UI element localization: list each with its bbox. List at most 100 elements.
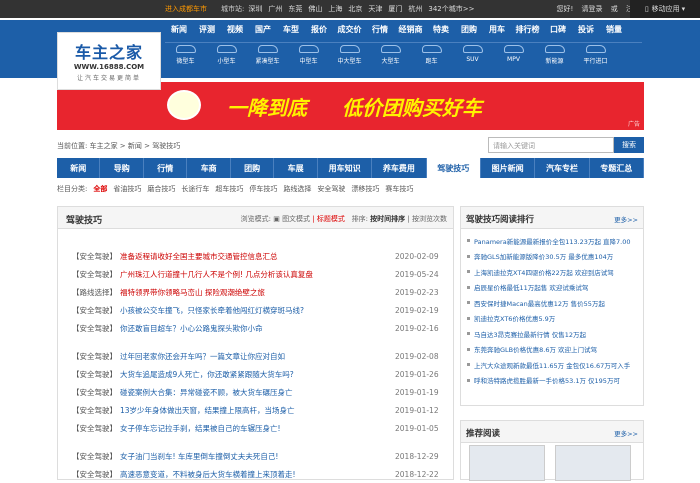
article-category[interactable]: 【安全驾驶】 [72,269,120,280]
ranking-item[interactable]: 奔驰GLS加新能源版降价30.5万 最多优惠104万 [467,249,637,265]
article-title[interactable]: 过年回老家你还会开车吗？一篇文章让你应对自如 [120,351,395,362]
title-mode-toggle[interactable]: | 标题模式 [312,215,345,223]
car-type-item[interactable]: 新能源 [534,45,575,65]
article-title[interactable]: 广州珠江人行道撞十几行人不是个例! 几点分析该认真复盘 [120,269,395,280]
ranking-more-link[interactable]: 更多>> [614,214,638,224]
ranking-item[interactable]: 马自达3昂克赛拉最新行情 仅售12万起 [467,326,637,342]
mobile-app-link[interactable]: ▯ 移动应用 ▾ [630,0,700,18]
city-link[interactable]: 深圳 [248,5,262,13]
nav-item[interactable]: 报价 [305,24,333,35]
article-title[interactable]: 小孩被公交车撞飞，只怪家长牵着他闯红灯横穿斑马线? [120,305,395,316]
article-title[interactable]: 福特领界带你领略马峦山 探险观潮绝壁之旅 [120,287,395,298]
sort-by-views[interactable]: 按浏览次数 [412,215,447,223]
category-link[interactable]: 停车技巧 [249,185,277,193]
search-input[interactable]: 请输入关键词 [488,137,614,153]
city-link[interactable]: 广州 [268,5,282,13]
nav-item[interactable]: 评测 [193,24,221,35]
tab-item[interactable]: 车商 [187,158,231,178]
article-category[interactable]: 【安全驾驶】 [72,323,120,334]
tab-item[interactable]: 用车知识 [318,158,373,178]
enter-city-link[interactable]: 进入成都车市 [165,4,207,14]
article-category[interactable]: 【路线选择】 [72,287,120,298]
nav-item[interactable]: 投诉 [572,24,600,35]
thumbnail-image[interactable] [469,445,545,481]
article-title[interactable]: 碰瓷案例大合集：异常碰瓷不顾，被大货车碾压身亡 [120,387,395,398]
tab-item[interactable]: 行情 [144,158,188,178]
nav-item[interactable]: 新闻 [165,24,193,35]
category-link[interactable]: 漂移技巧 [351,185,379,193]
nav-item[interactable]: 行情 [366,24,394,35]
category-link[interactable]: 路线选择 [283,185,311,193]
ranking-item[interactable]: 西安保时捷Macan最高优惠12万 售价55万起 [467,295,637,311]
city-link[interactable]: 342个城市>> [428,5,474,13]
login-link[interactable]: 请登录 [582,5,603,13]
nav-item[interactable]: 视频 [221,24,249,35]
article-title[interactable]: 大货车追尾造成9人死亡，你还敢紧紧跟随大货车吗? [120,369,395,380]
article-title[interactable]: 准备返程请收好全国主要城市交通管控信息汇总 [120,251,395,262]
category-link[interactable]: 磨合技巧 [147,185,175,193]
nav-item[interactable]: 国产 [249,24,277,35]
city-link[interactable]: 上海 [328,5,342,13]
article-title[interactable]: 高速恶意变道，不料被身后大货车横着撞上来顶着走! [120,469,395,480]
image-mode-toggle[interactable]: ▣ 图文模式 [273,215,310,223]
car-type-item[interactable]: 跑车 [411,45,452,65]
city-link[interactable]: 天津 [368,5,382,13]
car-type-item[interactable]: 紧凑型车 [247,45,288,65]
nav-item[interactable]: 销量 [600,24,628,35]
recommended-more-link[interactable]: 更多>> [614,428,638,438]
sort-by-time[interactable]: 按时间排序 [370,215,405,223]
article-title[interactable]: 女子停车忘记拉手刹，结果被自己的车辗压身亡! [120,423,395,434]
site-logo[interactable]: 车主之家 WWW.16888.COM 让汽车交易更简单 [57,32,161,90]
tab-item[interactable]: 车展 [274,158,318,178]
ranking-item[interactable]: 凯迪拉克XT6价格优惠5.9万 [467,311,637,327]
nav-item[interactable]: 车型 [277,24,305,35]
ranking-item[interactable]: 东莞奔驰GLB价格优惠8.6万 欢迎上门试驾 [467,342,637,358]
article-category[interactable]: 【安全驾驶】 [72,305,120,316]
tab-item[interactable]: 驾驶技巧 [426,158,481,178]
car-type-item[interactable]: 微型车 [165,45,206,65]
ranking-item[interactable]: 启辰星价格最低11万起售 欢迎试乘试驾 [467,280,637,296]
nav-item[interactable]: 经销商 [394,24,427,35]
article-title[interactable]: 你还敢盲目超车？小心公路鬼探头欺你小命 [120,323,395,334]
tab-item[interactable]: 新闻 [57,158,101,178]
search-button[interactable]: 搜索 [614,137,644,153]
category-link[interactable]: 省油技巧 [113,185,141,193]
nav-item[interactable]: 排行榜 [511,24,544,35]
car-type-item[interactable]: SUV [452,45,493,65]
ranking-item[interactable]: Panamera新能源最新报价全包113.23万起 直降7.00 [467,233,637,249]
ranking-item[interactable]: 上海凯迪拉克XT4四驱价格22万起 欢迎到店试驾 [467,264,637,280]
city-link[interactable]: 东莞 [288,5,302,13]
article-category[interactable]: 【安全驾驶】 [72,351,120,362]
car-type-item[interactable]: 小型车 [206,45,247,65]
article-category[interactable]: 【安全驾驶】 [72,423,120,434]
ranking-item[interactable]: 呼和浩特路虎揽胜最新一手价格53.1万 仅195万可 [467,373,637,389]
tab-item[interactable]: 养车费用 [372,158,427,178]
article-category[interactable]: 【安全驾驶】 [72,387,120,398]
article-category[interactable]: 【安全驾驶】 [72,369,120,380]
tab-item[interactable]: 图片新闻 [481,158,536,178]
article-title[interactable]: 13岁少年身体做出天窗，结果撞上限高杆，当场身亡 [120,405,395,416]
car-type-item[interactable]: 大型车 [370,45,411,65]
tab-item[interactable]: 汽车专栏 [535,158,590,178]
car-type-item[interactable]: MPV [493,45,534,65]
tab-item[interactable]: 专题汇总 [590,158,644,178]
nav-item[interactable]: 成交价 [333,24,366,35]
nav-item[interactable]: 特卖 [427,24,455,35]
city-link[interactable]: 北京 [348,5,362,13]
category-link[interactable]: 超车技巧 [215,185,243,193]
city-link[interactable]: 杭州 [408,5,422,13]
category-link[interactable]: 赛车技巧 [385,185,413,193]
car-type-item[interactable]: 平行进口 [575,45,616,65]
car-type-item[interactable]: 中大型车 [329,45,370,65]
thumbnail-image[interactable] [555,445,631,481]
article-title[interactable]: 女子油门当刹车! 车库里倒车撞倒丈夫夫死自己! [120,451,395,462]
city-link[interactable]: 厦门 [388,5,402,13]
tab-item[interactable]: 导购 [100,158,144,178]
category-link[interactable]: 全部 [93,185,107,193]
article-category[interactable]: 【安全驾驶】 [72,451,120,462]
nav-item[interactable]: 口碑 [544,24,572,35]
nav-item[interactable]: 用车 [483,24,511,35]
article-category[interactable]: 【安全驾驶】 [72,405,120,416]
city-link[interactable]: 佛山 [308,5,322,13]
article-category[interactable]: 【安全驾驶】 [72,469,120,480]
